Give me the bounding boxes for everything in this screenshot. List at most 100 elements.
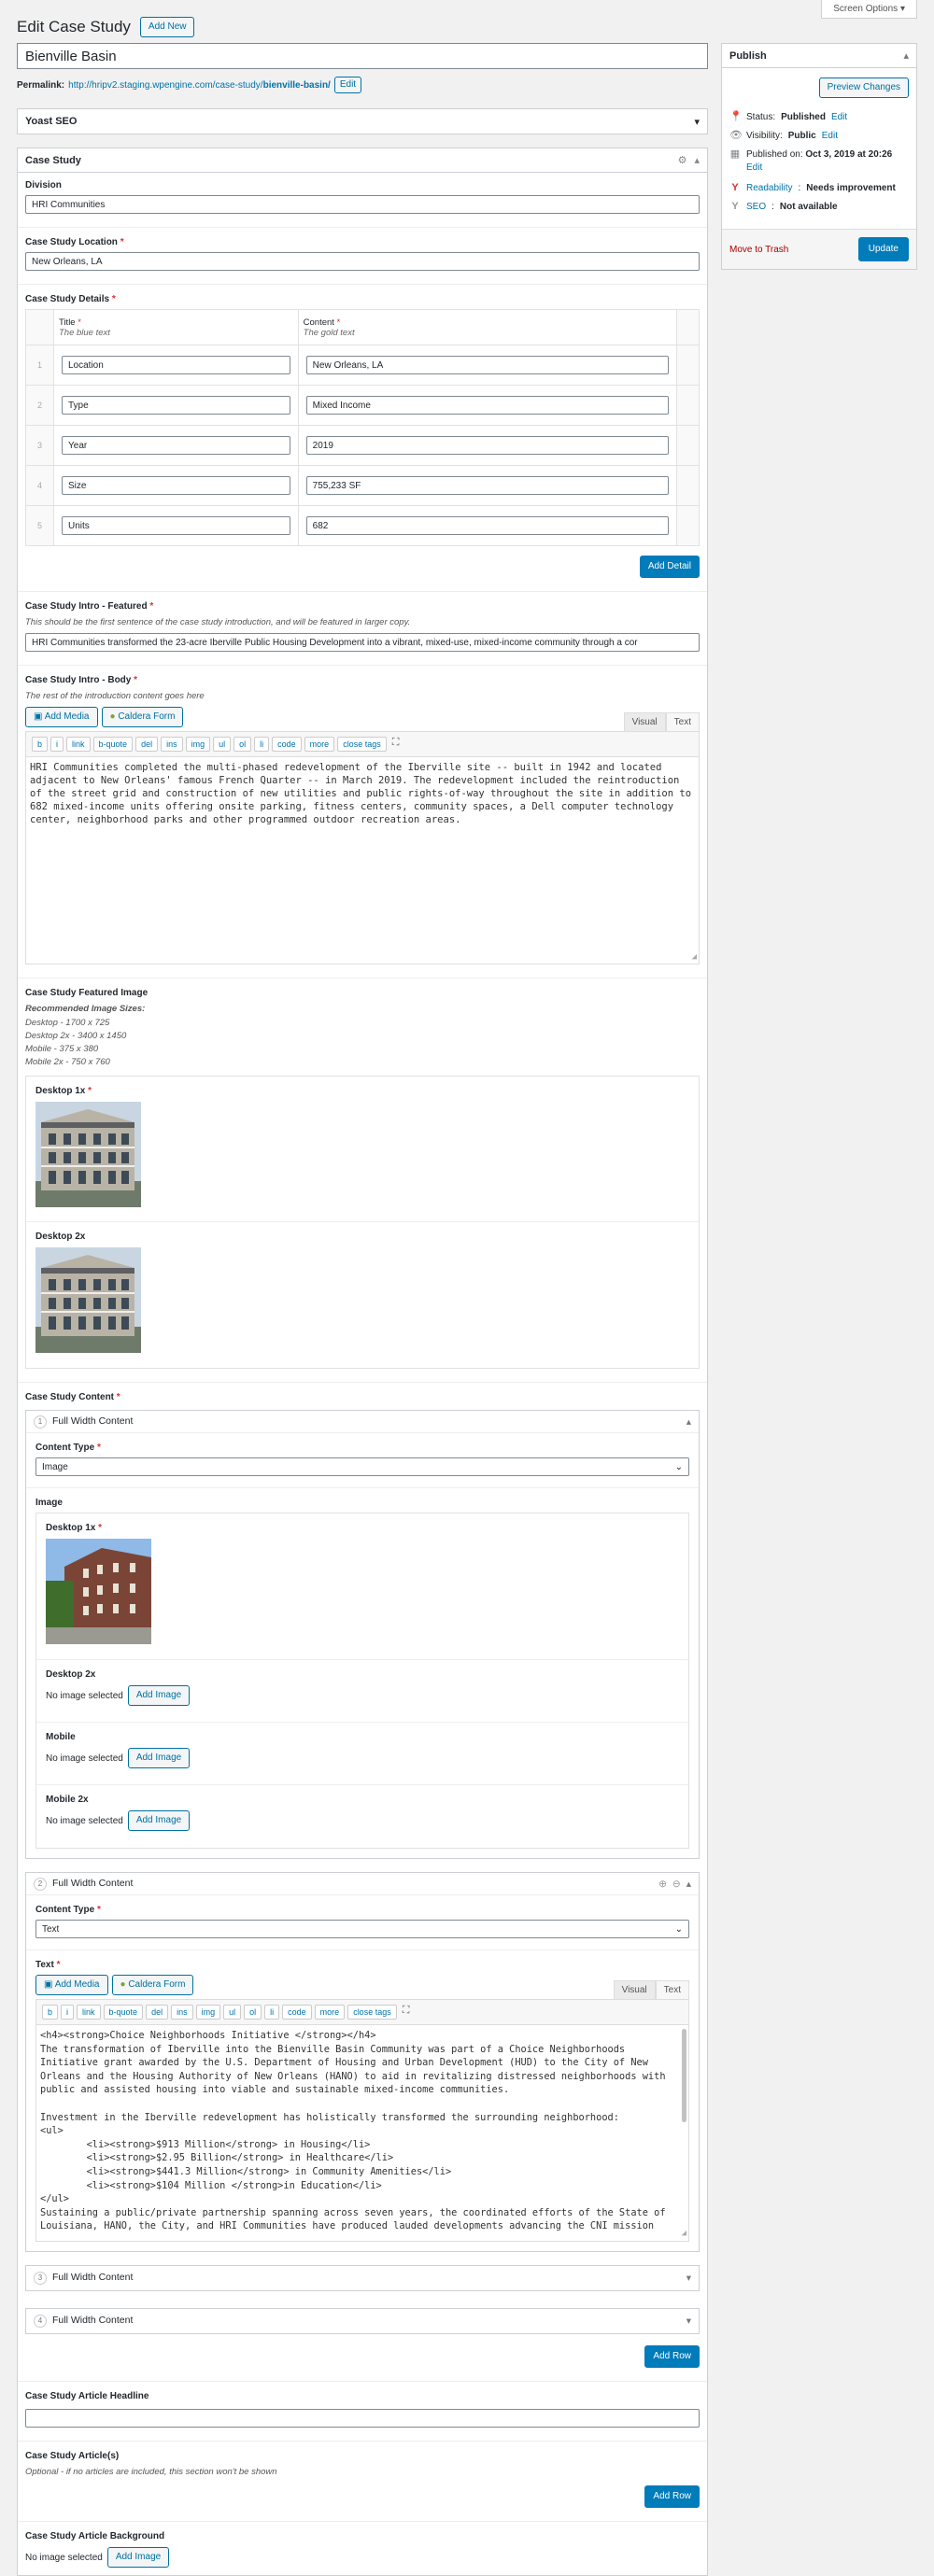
row-handle[interactable] xyxy=(676,505,700,546)
quicktag-i[interactable]: i xyxy=(61,2005,75,2020)
fullscreen-icon[interactable]: ⛶ xyxy=(400,2005,413,2020)
intro-body-textarea[interactable]: HRI Communities completed the multi-phas… xyxy=(25,757,700,964)
detail-content-input[interactable]: New Orleans, LA xyxy=(305,356,669,374)
layout-2-type-select[interactable]: Text ⌄ xyxy=(35,1920,689,1938)
detail-title-input[interactable]: Location xyxy=(62,356,290,374)
row-handle[interactable] xyxy=(676,385,700,426)
layout-4-header[interactable]: 4 Full Width Content ▾ xyxy=(26,2309,699,2333)
detail-content-input[interactable]: 755,233 SF xyxy=(305,476,669,495)
quicktag-more[interactable]: more xyxy=(304,737,335,752)
caldera-form-button[interactable]: ● Caldera Form xyxy=(111,1975,194,1995)
quicktag-b[interactable]: b xyxy=(32,737,49,752)
quicktag-bquote[interactable]: b-quote xyxy=(92,737,134,752)
quicktag-link[interactable]: link xyxy=(77,2005,101,2020)
quicktag-ol[interactable]: ol xyxy=(234,737,252,752)
detail-content-input[interactable]: 2019 xyxy=(305,436,669,455)
add-article-row-button[interactable]: Add Row xyxy=(644,2485,700,2508)
detail-title-input[interactable]: Units xyxy=(62,516,290,535)
visibility-edit-link[interactable]: Edit xyxy=(822,131,838,141)
tab-text[interactable]: Text xyxy=(665,712,700,731)
move-to-trash-link[interactable]: Move to Trash xyxy=(729,245,788,255)
quicktag-link[interactable]: link xyxy=(66,737,91,752)
quicktag-del[interactable]: del xyxy=(146,2005,169,2020)
caret-up-icon[interactable]: ▴ xyxy=(694,154,700,166)
gear-icon[interactable]: ⚙ xyxy=(678,154,687,166)
case-study-header[interactable]: Case Study ⚙ ▴ xyxy=(18,148,707,173)
article-headline-input[interactable] xyxy=(25,2409,700,2428)
screen-options-toggle[interactable]: Screen Options ▾ xyxy=(821,0,917,19)
add-image-button[interactable]: Add Image xyxy=(127,1748,191,1768)
quicktag-del[interactable]: del xyxy=(135,737,159,752)
quicktag-ins[interactable]: ins xyxy=(171,2005,193,2020)
caret-up-icon[interactable]: ▴ xyxy=(903,49,909,62)
caret-down-icon[interactable]: ▾ xyxy=(686,2273,691,2284)
row-handle[interactable] xyxy=(676,345,700,386)
caret-up-icon[interactable]: ▴ xyxy=(686,1416,691,1428)
add-image-button[interactable]: Add Image xyxy=(127,1810,191,1831)
row-number[interactable]: 1 xyxy=(25,345,54,386)
detail-title-input[interactable]: Type xyxy=(62,396,290,415)
permalink-edit-button[interactable]: Edit xyxy=(333,77,362,93)
quicktag-img[interactable]: img xyxy=(195,2005,221,2020)
add-media-button[interactable]: ▣ Add Media xyxy=(25,707,98,727)
layout-3-header[interactable]: 3 Full Width Content ▾ xyxy=(26,2266,699,2290)
add-image-button[interactable]: Add Image xyxy=(106,2547,170,2568)
division-input[interactable]: HRI Communities xyxy=(25,195,700,214)
detail-content-input[interactable]: Mixed Income xyxy=(305,396,669,415)
quicktag-i[interactable]: i xyxy=(50,737,64,752)
permalink-link[interactable]: http://hripv2.staging.wpengine.com/case-… xyxy=(68,80,331,91)
quicktag-more[interactable]: more xyxy=(314,2005,346,2020)
quicktag-ol[interactable]: ol xyxy=(244,2005,262,2020)
row-number[interactable]: 2 xyxy=(25,385,54,426)
fullscreen-icon[interactable]: ⛶ xyxy=(389,737,403,752)
detail-content-input[interactable]: 682 xyxy=(305,516,669,535)
tab-text[interactable]: Text xyxy=(655,1980,689,1999)
location-input[interactable]: New Orleans, LA xyxy=(25,252,700,271)
row-handle[interactable] xyxy=(676,425,700,466)
quicktag-img[interactable]: img xyxy=(185,737,211,752)
quicktag-close-tags[interactable]: close tags xyxy=(347,2005,397,2020)
scrollbar[interactable] xyxy=(682,2029,686,2122)
tab-visual[interactable]: Visual xyxy=(613,1980,656,1999)
building-image[interactable] xyxy=(35,1247,141,1353)
layout-1-header[interactable]: 1 Full Width Content ▴ xyxy=(26,1411,699,1433)
add-layout-icon[interactable]: ⊕ xyxy=(658,1879,667,1890)
add-media-button[interactable]: ▣ Add Media xyxy=(35,1975,108,1995)
quicktag-li[interactable]: li xyxy=(254,737,270,752)
resize-handle-icon[interactable]: ◢ xyxy=(692,950,697,964)
publish-header[interactable]: Publish ▴ xyxy=(722,44,916,68)
townhouse-image[interactable] xyxy=(46,1539,151,1644)
layout-2-textarea[interactable]: <h4><strong>Choice Neighborhoods Initiat… xyxy=(35,2025,689,2242)
add-new-button[interactable]: Add New xyxy=(139,17,195,37)
row-number[interactable]: 4 xyxy=(25,465,54,506)
caret-down-icon[interactable]: ▾ xyxy=(686,2316,691,2327)
row-number[interactable]: 5 xyxy=(25,505,54,546)
caret-up-icon[interactable]: ▴ xyxy=(686,1879,691,1890)
detail-title-input[interactable]: Year xyxy=(62,436,290,455)
quicktag-b[interactable]: b xyxy=(42,2005,59,2020)
caldera-form-button[interactable]: ● Caldera Form xyxy=(101,707,184,727)
detail-title-input[interactable]: Size xyxy=(62,476,290,495)
add-image-button[interactable]: Add Image xyxy=(127,1685,191,1706)
layout-1-type-select[interactable]: Image ⌄ xyxy=(35,1457,689,1476)
yoast-seo-header[interactable]: Yoast SEO ▾ xyxy=(18,109,707,134)
quicktag-code[interactable]: code xyxy=(282,2005,312,2020)
resize-handle-icon[interactable]: ◢ xyxy=(682,2227,686,2241)
row-handle[interactable] xyxy=(676,465,700,506)
readability-link[interactable]: Readability xyxy=(746,183,792,193)
add-row-button[interactable]: Add Row xyxy=(644,2345,700,2368)
quicktag-ul[interactable]: ul xyxy=(223,2005,242,2020)
building-image[interactable] xyxy=(35,1102,141,1207)
quicktag-bquote[interactable]: b-quote xyxy=(103,2005,144,2020)
quicktag-code[interactable]: code xyxy=(272,737,302,752)
update-button[interactable]: Update xyxy=(857,237,909,261)
post-title-input[interactable]: Bienville Basin xyxy=(17,43,708,69)
intro-featured-input[interactable]: HRI Communities transformed the 23-acre … xyxy=(25,633,700,652)
quicktag-ins[interactable]: ins xyxy=(161,737,183,752)
add-detail-button[interactable]: Add Detail xyxy=(639,556,700,578)
remove-layout-icon[interactable]: ⊖ xyxy=(672,1879,681,1890)
quicktag-close-tags[interactable]: close tags xyxy=(337,737,387,752)
quicktag-li[interactable]: li xyxy=(264,2005,280,2020)
tab-visual[interactable]: Visual xyxy=(623,712,666,731)
published-edit-link[interactable]: Edit xyxy=(746,162,762,173)
